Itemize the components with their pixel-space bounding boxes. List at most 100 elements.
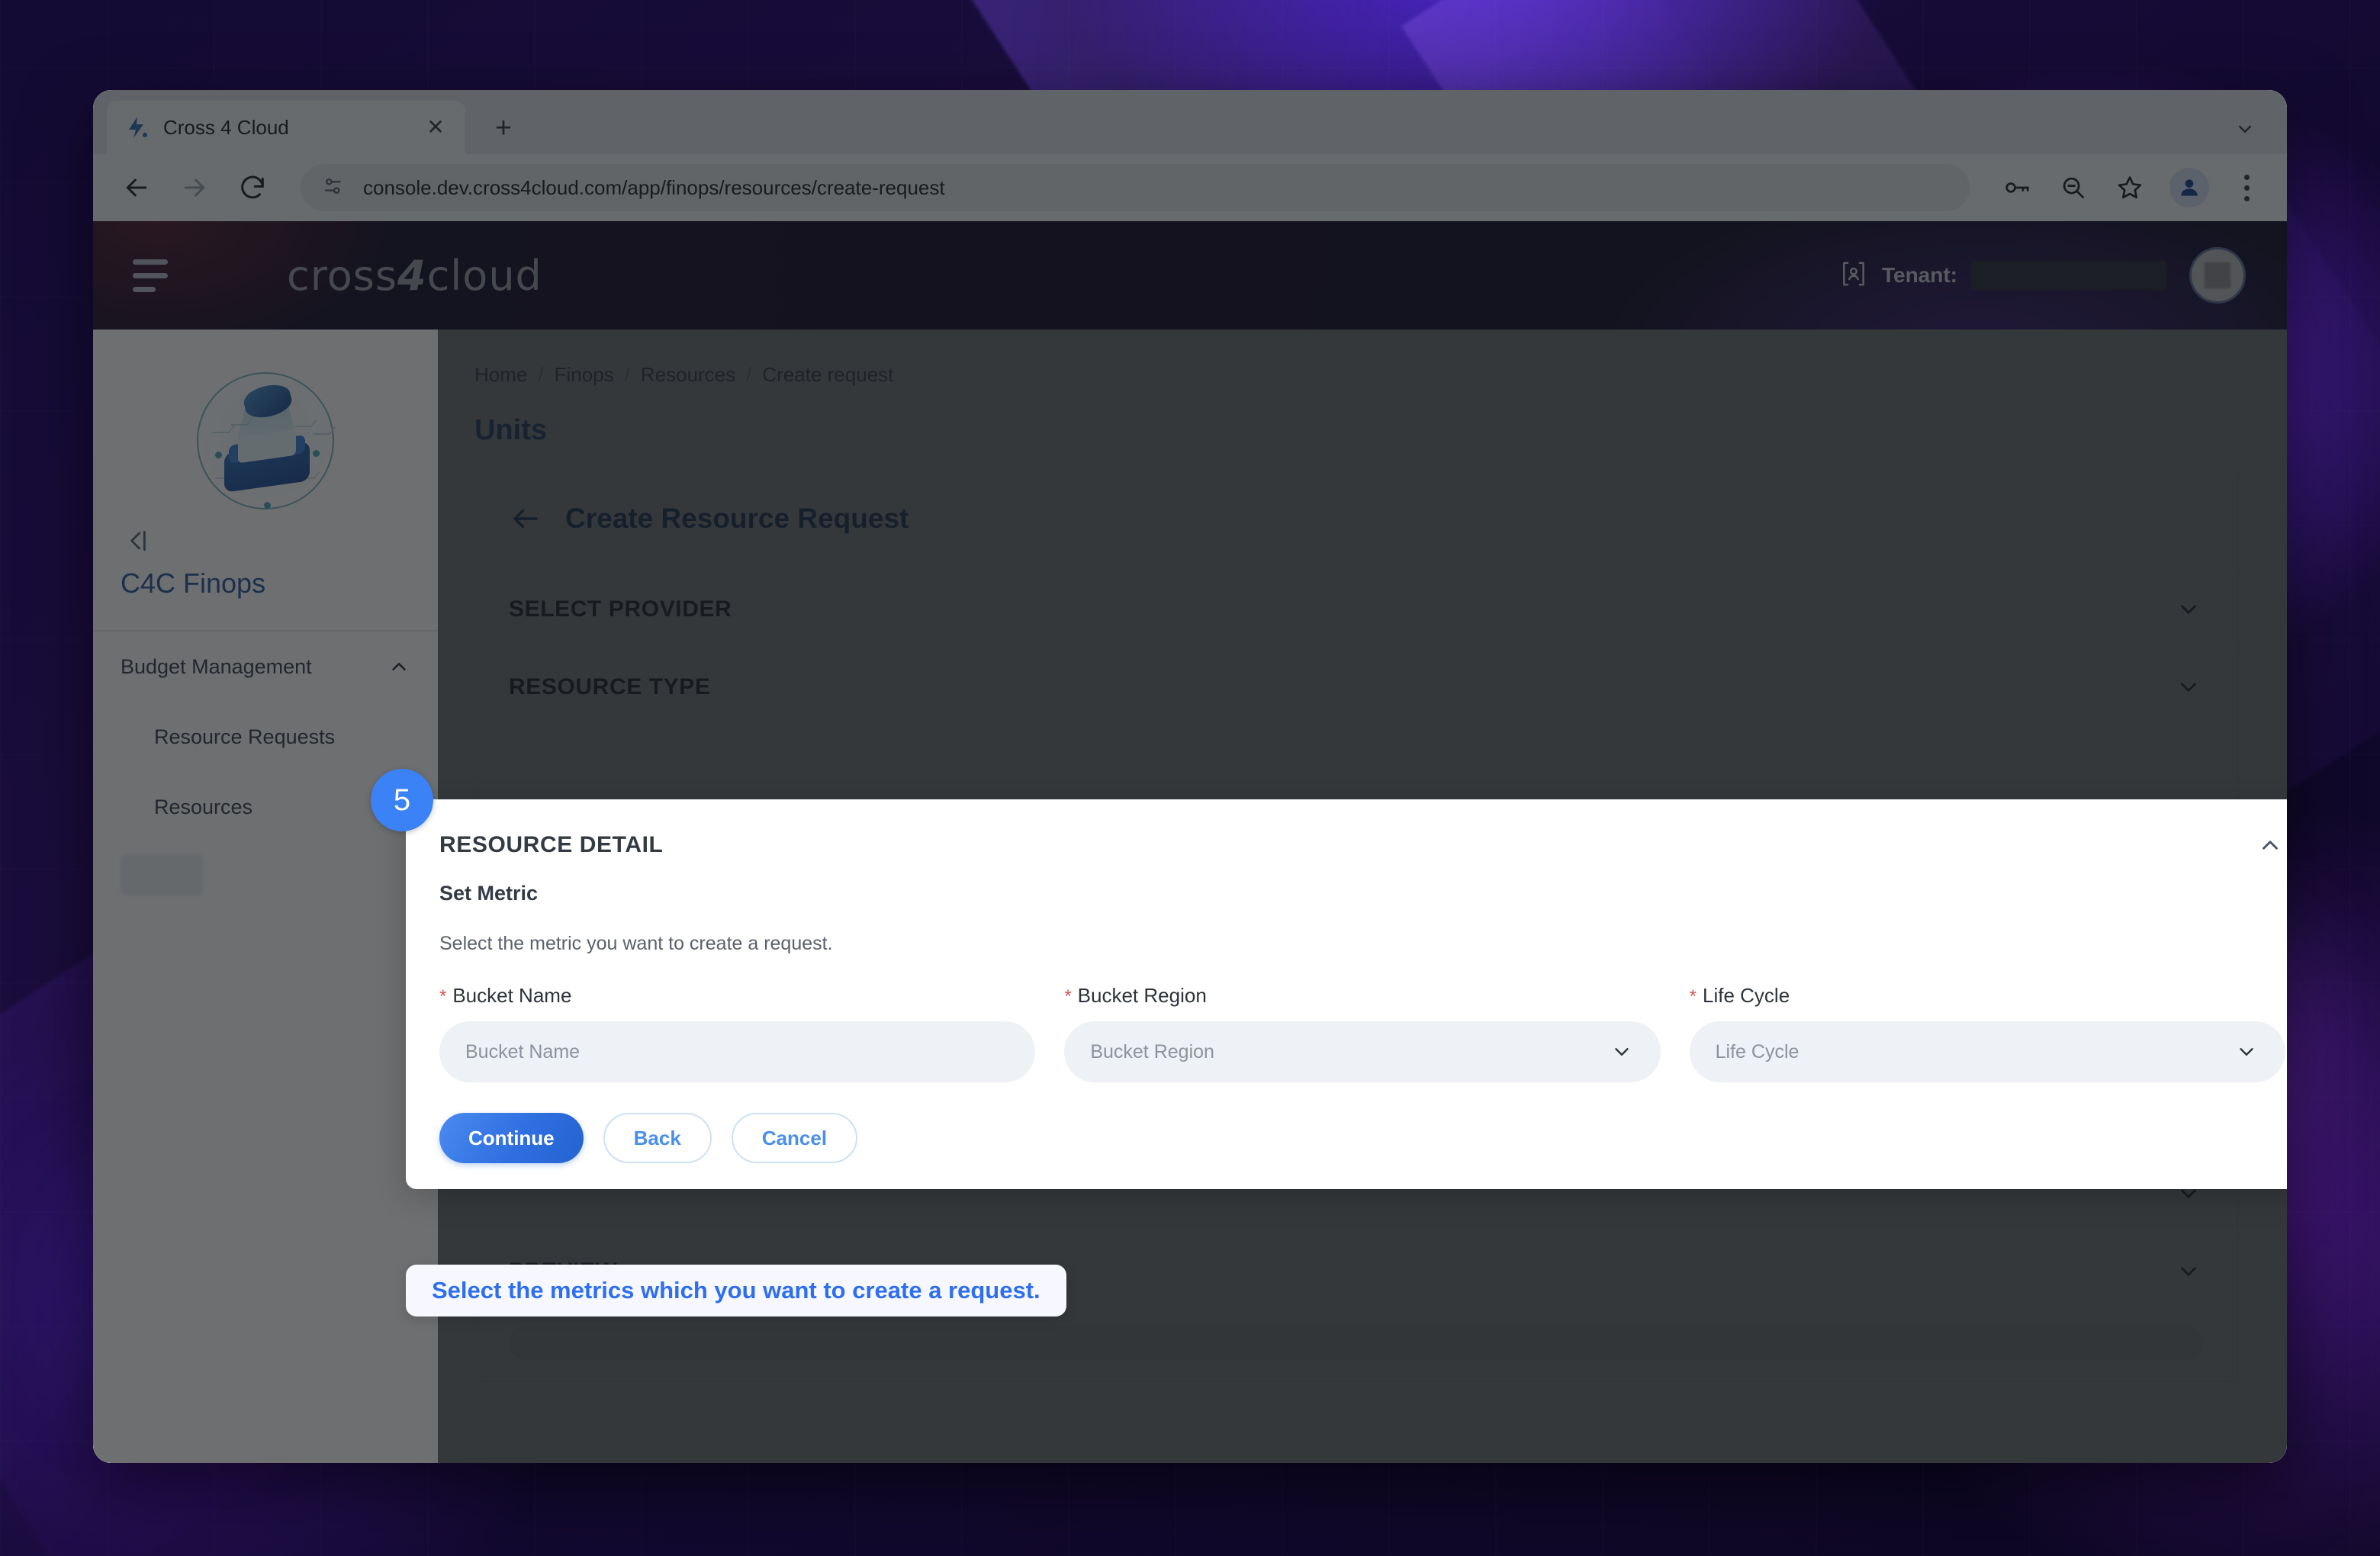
chevron-down-icon[interactable] bbox=[2234, 1039, 2259, 1065]
arrow-left-icon[interactable] bbox=[119, 170, 154, 205]
chevron-up-icon[interactable] bbox=[386, 654, 412, 680]
user-avatar-icon[interactable] bbox=[2189, 247, 2246, 304]
reload-icon[interactable] bbox=[235, 170, 270, 205]
page-body: C4C Finops Budget Management Resource Re… bbox=[93, 330, 2287, 1463]
chevron-down-icon[interactable] bbox=[2173, 672, 2204, 702]
sidebar-item-label: Budget Management bbox=[121, 654, 312, 678]
accordion-select-provider[interactable]: SELECT PROVIDER bbox=[475, 570, 2237, 648]
sidebar-title: C4C Finops bbox=[121, 567, 266, 599]
tenant-selector[interactable]: Tenant: bbox=[1839, 259, 2166, 292]
tenant-person-icon bbox=[1839, 259, 1868, 292]
breadcrumb-separator: / bbox=[624, 363, 630, 386]
field-label: * Bucket Region bbox=[1064, 984, 1660, 1008]
metric-fields-row: * Bucket Name Bucket Name * Bucket Regio… bbox=[406, 955, 2287, 1082]
resource-detail-panel: 5 RESOURCE DETAIL Set Metric Select the … bbox=[371, 769, 2287, 1189]
tooltip-callout: Select the metrics which you want to cre… bbox=[406, 1265, 1066, 1316]
continue-button[interactable]: Continue bbox=[439, 1113, 584, 1163]
brand-text-1: cross bbox=[287, 251, 398, 300]
finops-stack-illustration-icon bbox=[197, 372, 336, 510]
field-label-text: Bucket Region bbox=[1077, 984, 1207, 1007]
bucket-region-select[interactable]: Bucket Region bbox=[1064, 1021, 1661, 1082]
chevron-down-icon[interactable] bbox=[2234, 117, 2256, 140]
main-content: Home / Finops / Resources / Create reque… bbox=[371, 330, 2287, 1463]
browser-tab-strip: Cross 4 Cloud ✕ + bbox=[93, 90, 2287, 154]
breadcrumb-item-create-request: Create request bbox=[762, 363, 894, 386]
profile-avatar-icon[interactable] bbox=[2169, 168, 2209, 207]
required-asterisk: * bbox=[1064, 986, 1072, 1007]
bucket-name-input[interactable]: Bucket Name bbox=[439, 1021, 1036, 1082]
accordion-label: RESOURCE TYPE bbox=[509, 674, 711, 699]
chevron-up-icon[interactable] bbox=[2255, 830, 2285, 860]
back-button[interactable]: Back bbox=[603, 1113, 712, 1163]
accordion-label: SELECT PROVIDER bbox=[509, 596, 732, 622]
brand-four: 4 bbox=[397, 251, 427, 300]
header-right-group: Tenant: bbox=[1839, 247, 2246, 304]
select-placeholder: Life Cycle bbox=[1715, 1040, 1799, 1063]
three-dots-menu-icon[interactable] bbox=[2232, 174, 2261, 201]
input-placeholder: Bucket Name bbox=[465, 1040, 581, 1063]
tenant-label: Tenant: bbox=[1881, 263, 1957, 287]
action-buttons: Continue Back Cancel bbox=[406, 1082, 2287, 1163]
set-metric-subtitle: Set Metric bbox=[439, 882, 539, 905]
select-placeholder: Bucket Region bbox=[1090, 1040, 1214, 1063]
page-title: Units bbox=[474, 414, 547, 446]
chevron-down-icon[interactable] bbox=[2173, 1256, 2204, 1287]
collapse-sidebar-icon[interactable] bbox=[121, 523, 156, 558]
sidebar-redacted-item bbox=[121, 854, 203, 895]
sidebar: C4C Finops Budget Management Resource Re… bbox=[93, 330, 438, 1463]
desktop-wallpaper: Cross 4 Cloud ✕ + console.dev.cross4clou… bbox=[0, 0, 2380, 1556]
browser-window: Cross 4 Cloud ✕ + console.dev.cross4clou… bbox=[93, 90, 2287, 1463]
breadcrumb-item-resources[interactable]: Resources bbox=[641, 363, 735, 387]
browser-tab-title: Cross 4 Cloud bbox=[163, 115, 289, 139]
close-icon[interactable]: ✕ bbox=[423, 114, 449, 140]
site-settings-icon[interactable] bbox=[320, 173, 346, 203]
field-label-text: Life Cycle bbox=[1703, 984, 1790, 1007]
required-asterisk: * bbox=[1689, 986, 1697, 1007]
breadcrumb-item-home[interactable]: Home bbox=[474, 363, 527, 387]
browser-toolbar: console.dev.cross4cloud.com/app/finops/r… bbox=[93, 154, 2287, 221]
web-page: cross4cloud Tenant: C4C Finops Budget Ma… bbox=[93, 221, 2287, 1463]
breadcrumb: Home / Finops / Resources / Create reque… bbox=[474, 363, 2238, 387]
breadcrumb-separator: / bbox=[538, 363, 544, 386]
field-label: * Bucket Name bbox=[439, 984, 1035, 1008]
life-cycle-select[interactable]: Life Cycle bbox=[1689, 1021, 2285, 1082]
breadcrumb-item-finops[interactable]: Finops bbox=[555, 363, 614, 387]
address-bar-url: console.dev.cross4cloud.com/app/finops/r… bbox=[363, 175, 945, 199]
field-bucket-region: * Bucket Region Bucket Region bbox=[1064, 984, 1661, 1082]
app-header: cross4cloud Tenant: bbox=[93, 221, 2287, 330]
brand-text-2: cloud bbox=[426, 251, 542, 300]
key-icon[interactable] bbox=[2000, 171, 2034, 204]
zoom-out-icon[interactable] bbox=[2057, 171, 2090, 204]
card-title: Create Resource Request bbox=[565, 503, 909, 534]
hamburger-menu-icon[interactable] bbox=[133, 259, 174, 292]
required-asterisk: * bbox=[439, 986, 447, 1007]
field-bucket-name: * Bucket Name Bucket Name bbox=[439, 984, 1036, 1082]
address-bar[interactable]: console.dev.cross4cloud.com/app/finops/r… bbox=[301, 164, 1970, 211]
arrow-left-icon[interactable] bbox=[509, 502, 542, 535]
cross4cloud-logo-icon bbox=[124, 114, 150, 140]
sidebar-item-budget-management[interactable]: Budget Management bbox=[93, 632, 438, 702]
chevron-down-icon[interactable] bbox=[1609, 1039, 1635, 1065]
plus-icon[interactable]: + bbox=[482, 107, 525, 149]
sidebar-item-label: Resources bbox=[154, 795, 253, 818]
field-label: * Life Cycle bbox=[1690, 984, 2285, 1008]
star-icon[interactable] bbox=[2113, 171, 2147, 204]
preview-placeholder-strip bbox=[509, 1326, 2204, 1360]
resource-detail-title: RESOURCE DETAIL bbox=[439, 832, 664, 857]
cancel-button[interactable]: Cancel bbox=[731, 1113, 858, 1163]
chevron-down-icon[interactable] bbox=[2173, 594, 2204, 625]
field-life-cycle: * Life Cycle Life Cycle bbox=[1689, 984, 2285, 1082]
set-metric-description: Select the metric you want to create a r… bbox=[439, 933, 833, 954]
sidebar-item-resource-requests[interactable]: Resource Requests bbox=[93, 702, 438, 772]
sidebar-item-label: Resource Requests bbox=[154, 725, 336, 748]
card-header: Create Resource Request bbox=[475, 468, 2237, 570]
resource-detail-header[interactable]: RESOURCE DETAIL bbox=[406, 799, 2287, 860]
tenant-value-redacted bbox=[1971, 261, 2166, 290]
app-logo[interactable]: cross4cloud bbox=[287, 252, 542, 300]
step-badge: 5 bbox=[371, 769, 433, 831]
field-label-text: Bucket Name bbox=[452, 984, 572, 1007]
browser-tab[interactable]: Cross 4 Cloud ✕ bbox=[107, 101, 465, 154]
accordion-resource-type[interactable]: RESOURCE TYPE bbox=[475, 648, 2237, 725]
arrow-right-icon[interactable] bbox=[177, 170, 212, 205]
breadcrumb-separator: / bbox=[746, 363, 752, 386]
